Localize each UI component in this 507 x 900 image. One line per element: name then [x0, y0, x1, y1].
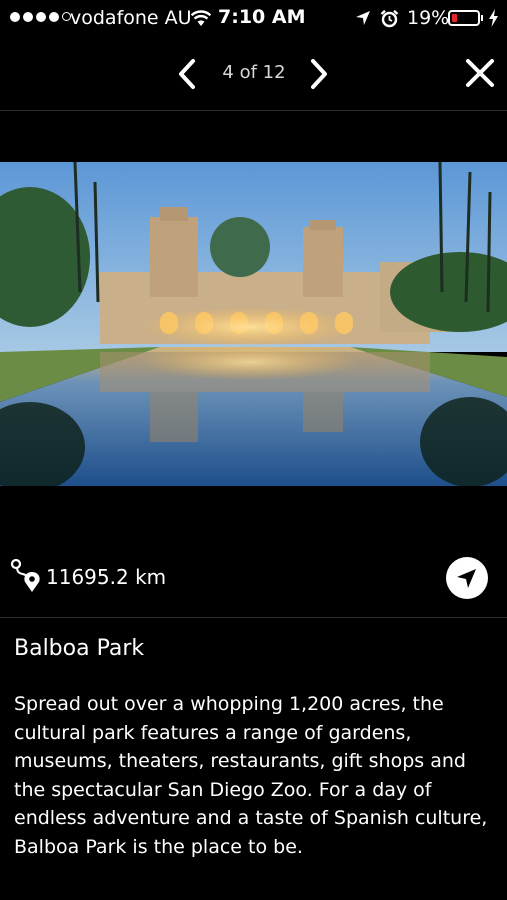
place-description: Spread out over a whopping 1,200 acres, …	[14, 693, 488, 858]
close-icon	[466, 59, 494, 87]
signal-strength-icon	[10, 12, 71, 22]
route-icon	[10, 558, 40, 592]
directions-button[interactable]	[446, 557, 488, 599]
previous-button[interactable]	[170, 54, 204, 94]
distance-value: 11695.2 km	[46, 565, 167, 589]
wifi-icon	[190, 10, 212, 26]
chevron-left-icon	[179, 59, 195, 89]
clock: 7:10 AM	[218, 6, 306, 28]
page-counter: 4 of 12	[222, 62, 286, 83]
battery-percentage: 19%	[407, 7, 450, 29]
location-services-icon	[356, 11, 370, 25]
navigation-bar: 4 of 12	[0, 38, 507, 110]
status-bar: vodafone AU 7:10 AM 19%	[0, 0, 507, 38]
next-button[interactable]	[302, 54, 336, 94]
place-photo	[0, 162, 507, 486]
divider	[0, 617, 507, 618]
distance-row: 11695.2 km	[0, 548, 507, 608]
chevron-right-icon	[311, 59, 327, 89]
divider	[0, 110, 507, 111]
carrier-name: vodafone AU	[70, 7, 192, 29]
alarm-icon	[380, 9, 399, 28]
navigation-arrow-icon	[457, 569, 476, 588]
place-title: Balboa Park	[14, 636, 145, 661]
close-button[interactable]	[460, 52, 500, 96]
battery-icon	[448, 10, 480, 26]
charging-bolt-icon	[489, 9, 498, 27]
